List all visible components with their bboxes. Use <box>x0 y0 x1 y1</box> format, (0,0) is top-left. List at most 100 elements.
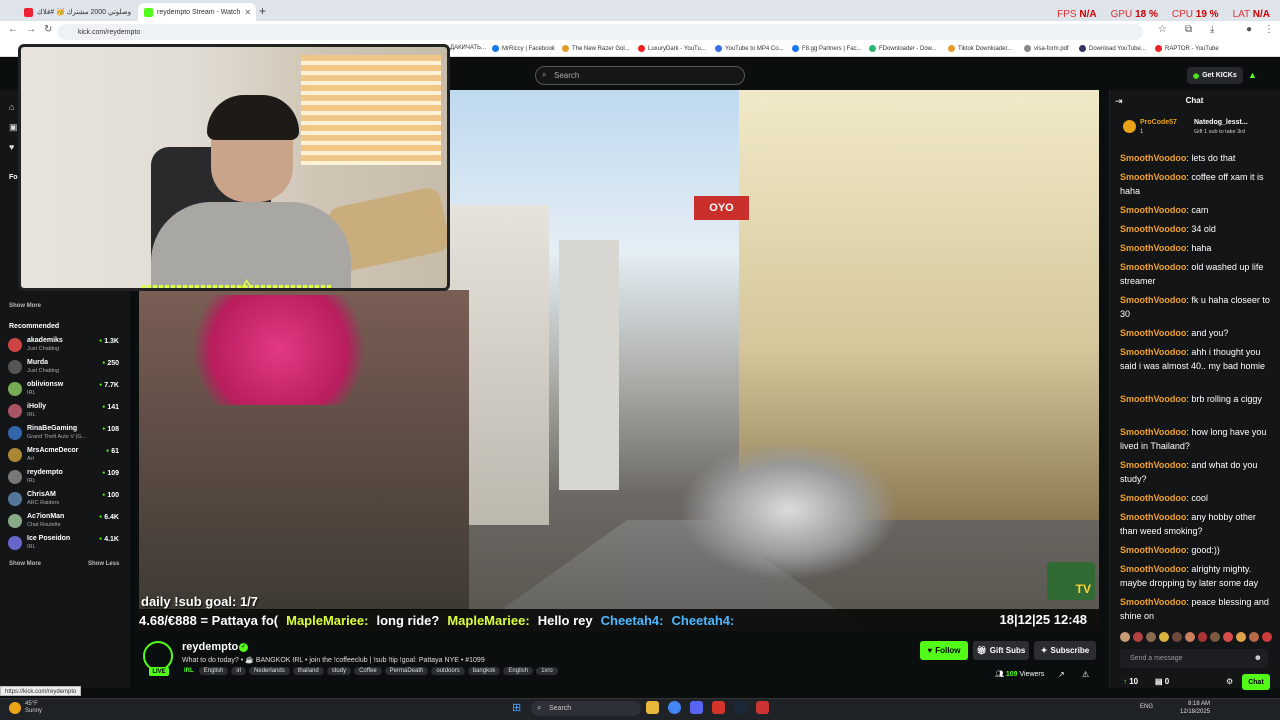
leaderboard-user[interactable]: Natedog_lesst... <box>1194 119 1248 126</box>
bookmark-item[interactable]: MrRiccy | Facebook <box>492 45 555 52</box>
emote-icon[interactable] <box>1236 632 1247 642</box>
show-more-following[interactable]: Show More <box>9 303 41 309</box>
emote-icon[interactable] <box>1210 632 1221 642</box>
windows-start-icon[interactable]: ⊞ <box>512 701 521 714</box>
tag-chip[interactable]: Coffee <box>354 667 382 675</box>
browse-icon[interactable]: ▣ <box>9 122 18 133</box>
bookmark-item[interactable]: ДАКИЧАТЬ... <box>450 45 486 51</box>
bookmark-item[interactable]: RAPTOR - YouTube <box>1155 45 1219 52</box>
taskbar-search[interactable]: ⌕ Search <box>531 701 641 716</box>
kicks-balance[interactable]: ↑ 10 <box>1123 677 1138 686</box>
steam-icon[interactable] <box>734 701 747 714</box>
bookmark-item[interactable]: The New Razer Gol... <box>562 45 630 52</box>
following-icon[interactable]: ♥ <box>9 142 14 152</box>
emote-icon[interactable] <box>1262 632 1273 642</box>
chat-username[interactable]: SmoothVoodoo <box>1120 564 1186 574</box>
close-icon[interactable]: ✕ <box>135 8 136 17</box>
show-more-recommended[interactable]: Show More <box>9 561 41 567</box>
download-icon[interactable]: ⤓ <box>1210 24 1214 35</box>
chat-username[interactable]: SmoothVoodoo <box>1120 205 1186 215</box>
bookmark-item[interactable]: visa-form.pdf <box>1024 45 1069 52</box>
tag-chip[interactable]: Nederlands <box>249 667 290 675</box>
tag-chip[interactable]: PermaDeath <box>384 667 429 675</box>
bookmark-item[interactable]: Tiktok Downloader... <box>948 45 1012 52</box>
bookmark-star-icon[interactable]: ☆ <box>1158 24 1167 35</box>
gift-subs-button[interactable]: 🎁︎ Gift Subs <box>973 641 1029 660</box>
weather-widget[interactable]: 45°F Sunny <box>25 701 42 715</box>
file-explorer-icon[interactable] <box>646 701 659 714</box>
chat-username[interactable]: SmoothVoodoo <box>1120 153 1186 163</box>
chat-settings-icon[interactable]: ⚙ <box>1226 677 1233 686</box>
emote-icon[interactable] <box>1171 632 1182 642</box>
gifts-balance[interactable]: ▤ 0 <box>1155 677 1169 686</box>
chat-username[interactable]: SmoothVoodoo <box>1120 460 1186 470</box>
channel-name[interactable]: reydempto <box>182 641 238 653</box>
chat-username[interactable]: SmoothVoodoo <box>1120 328 1186 338</box>
chat-username[interactable]: SmoothVoodoo <box>1120 545 1186 555</box>
emote-icon[interactable] <box>1223 632 1234 642</box>
sidebar-channel-2[interactable]: oblivionsw IRL 7.7K <box>8 379 124 399</box>
taskbar-clock[interactable]: 8:18 AM 12/18/2025 <box>1180 700 1210 716</box>
chat-username[interactable]: SmoothVoodoo <box>1120 394 1186 404</box>
tag-chip[interactable]: thailand <box>292 667 324 675</box>
chat-username[interactable]: SmoothVoodoo <box>1120 295 1186 305</box>
show-less-recommended[interactable]: Show Less <box>88 561 119 567</box>
emote-icon[interactable] <box>1145 632 1156 642</box>
bookmark-item[interactable]: LuxuryDark - YouTu... <box>638 45 706 52</box>
emoji-icon[interactable]: ☻ <box>1254 653 1262 662</box>
profile-icon[interactable]: ● <box>1246 24 1252 35</box>
reload-icon[interactable]: ↻ <box>44 24 52 35</box>
emote-icon[interactable] <box>1158 632 1169 642</box>
sidebar-channel-8[interactable]: Ac7ionMan Chat Roulette 6.4K <box>8 511 124 531</box>
chat-username[interactable]: SmoothVoodoo <box>1120 262 1186 272</box>
sidebar-channel-3[interactable]: iHolly IRL 141 <box>8 401 124 421</box>
chat-username[interactable]: SmoothVoodoo <box>1120 512 1186 522</box>
sidebar-channel-7[interactable]: ChrisAM ARC Raiders 100 <box>8 489 124 509</box>
browser-tab-active[interactable]: reydempto Stream - Watch ✕ <box>138 3 256 21</box>
chat-username[interactable]: SmoothVoodoo <box>1120 347 1186 357</box>
menu-dots-icon[interactable]: ⋮ <box>1264 24 1274 35</box>
get-kicks-button[interactable]: ◉ Get KICKs <box>1187 67 1243 84</box>
emote-icon[interactable] <box>1132 632 1143 642</box>
sidebar-channel-5[interactable]: MrsAcmeDecor Art 61 <box>8 445 124 465</box>
chat-username[interactable]: SmoothVoodoo <box>1120 493 1186 503</box>
emote-icon[interactable] <box>1249 632 1260 642</box>
bookmark-item[interactable]: YouTube to MP4 Co... <box>715 45 784 52</box>
chat-message-input[interactable]: Send a message ☻ <box>1120 649 1268 668</box>
sidebar-channel-9[interactable]: Ice Poseidon IRL 4.1K <box>8 533 124 553</box>
close-icon[interactable]: ✕ <box>244 8 251 17</box>
browser-tab[interactable]: وصلوتي 2000 مشترك 🥳 #فلاك ✕ <box>18 3 136 21</box>
home-icon[interactable]: ⌂ <box>9 102 14 112</box>
emote-icon[interactable] <box>1184 632 1195 642</box>
sidebar-channel-1[interactable]: Murda Just Chatting 250 <box>8 357 124 377</box>
tag-chip[interactable]: study <box>326 667 352 675</box>
app-icon[interactable] <box>756 701 769 714</box>
url-field[interactable]: kick.com/reydempto <box>58 24 1143 40</box>
chat-username[interactable]: SmoothVoodoo <box>1120 172 1186 182</box>
sidebar-channel-4[interactable]: RinaBeGaming Grand Theft Auto V (G... 108 <box>8 423 124 443</box>
emote-icon[interactable] <box>1120 632 1130 642</box>
tag-chip[interactable]: bangkok <box>467 667 501 675</box>
forward-icon[interactable]: → <box>26 24 36 35</box>
search-input[interactable]: ⌕ Search <box>535 66 745 85</box>
chat-username[interactable]: SmoothVoodoo <box>1120 427 1186 437</box>
bookmark-item[interactable]: F8.gg Partners | Fac... <box>792 45 862 52</box>
tag-chip[interactable]: outdoors <box>431 667 465 675</box>
app-icon[interactable] <box>712 701 725 714</box>
chat-username[interactable]: SmoothVoodoo <box>1120 597 1186 607</box>
share-icon[interactable]: ↗ <box>1058 670 1065 679</box>
tag-chip[interactable]: irl <box>231 667 247 675</box>
emote-icon[interactable] <box>1197 632 1208 642</box>
subscribe-button[interactable]: ✦ Subscribe <box>1034 641 1096 660</box>
new-tab-button[interactable]: + <box>259 4 266 18</box>
chat-username[interactable]: SmoothVoodoo <box>1120 224 1186 234</box>
notification-icon[interactable]: ▲ <box>1248 70 1257 80</box>
sidebar-channel-0[interactable]: akademiks Just Chatting 1.3K <box>8 335 124 355</box>
back-icon[interactable]: ← <box>8 24 18 35</box>
sidebar-channel-6[interactable]: reydempto IRL 109 <box>8 467 124 487</box>
chat-send-button[interactable]: Chat <box>1242 674 1270 690</box>
chat-username[interactable]: SmoothVoodoo <box>1120 243 1186 253</box>
bookmark-item[interactable]: Download YouTube... <box>1079 45 1146 52</box>
tag-chip[interactable]: 1xro <box>536 667 558 675</box>
category-link[interactable]: IRL <box>182 667 196 675</box>
